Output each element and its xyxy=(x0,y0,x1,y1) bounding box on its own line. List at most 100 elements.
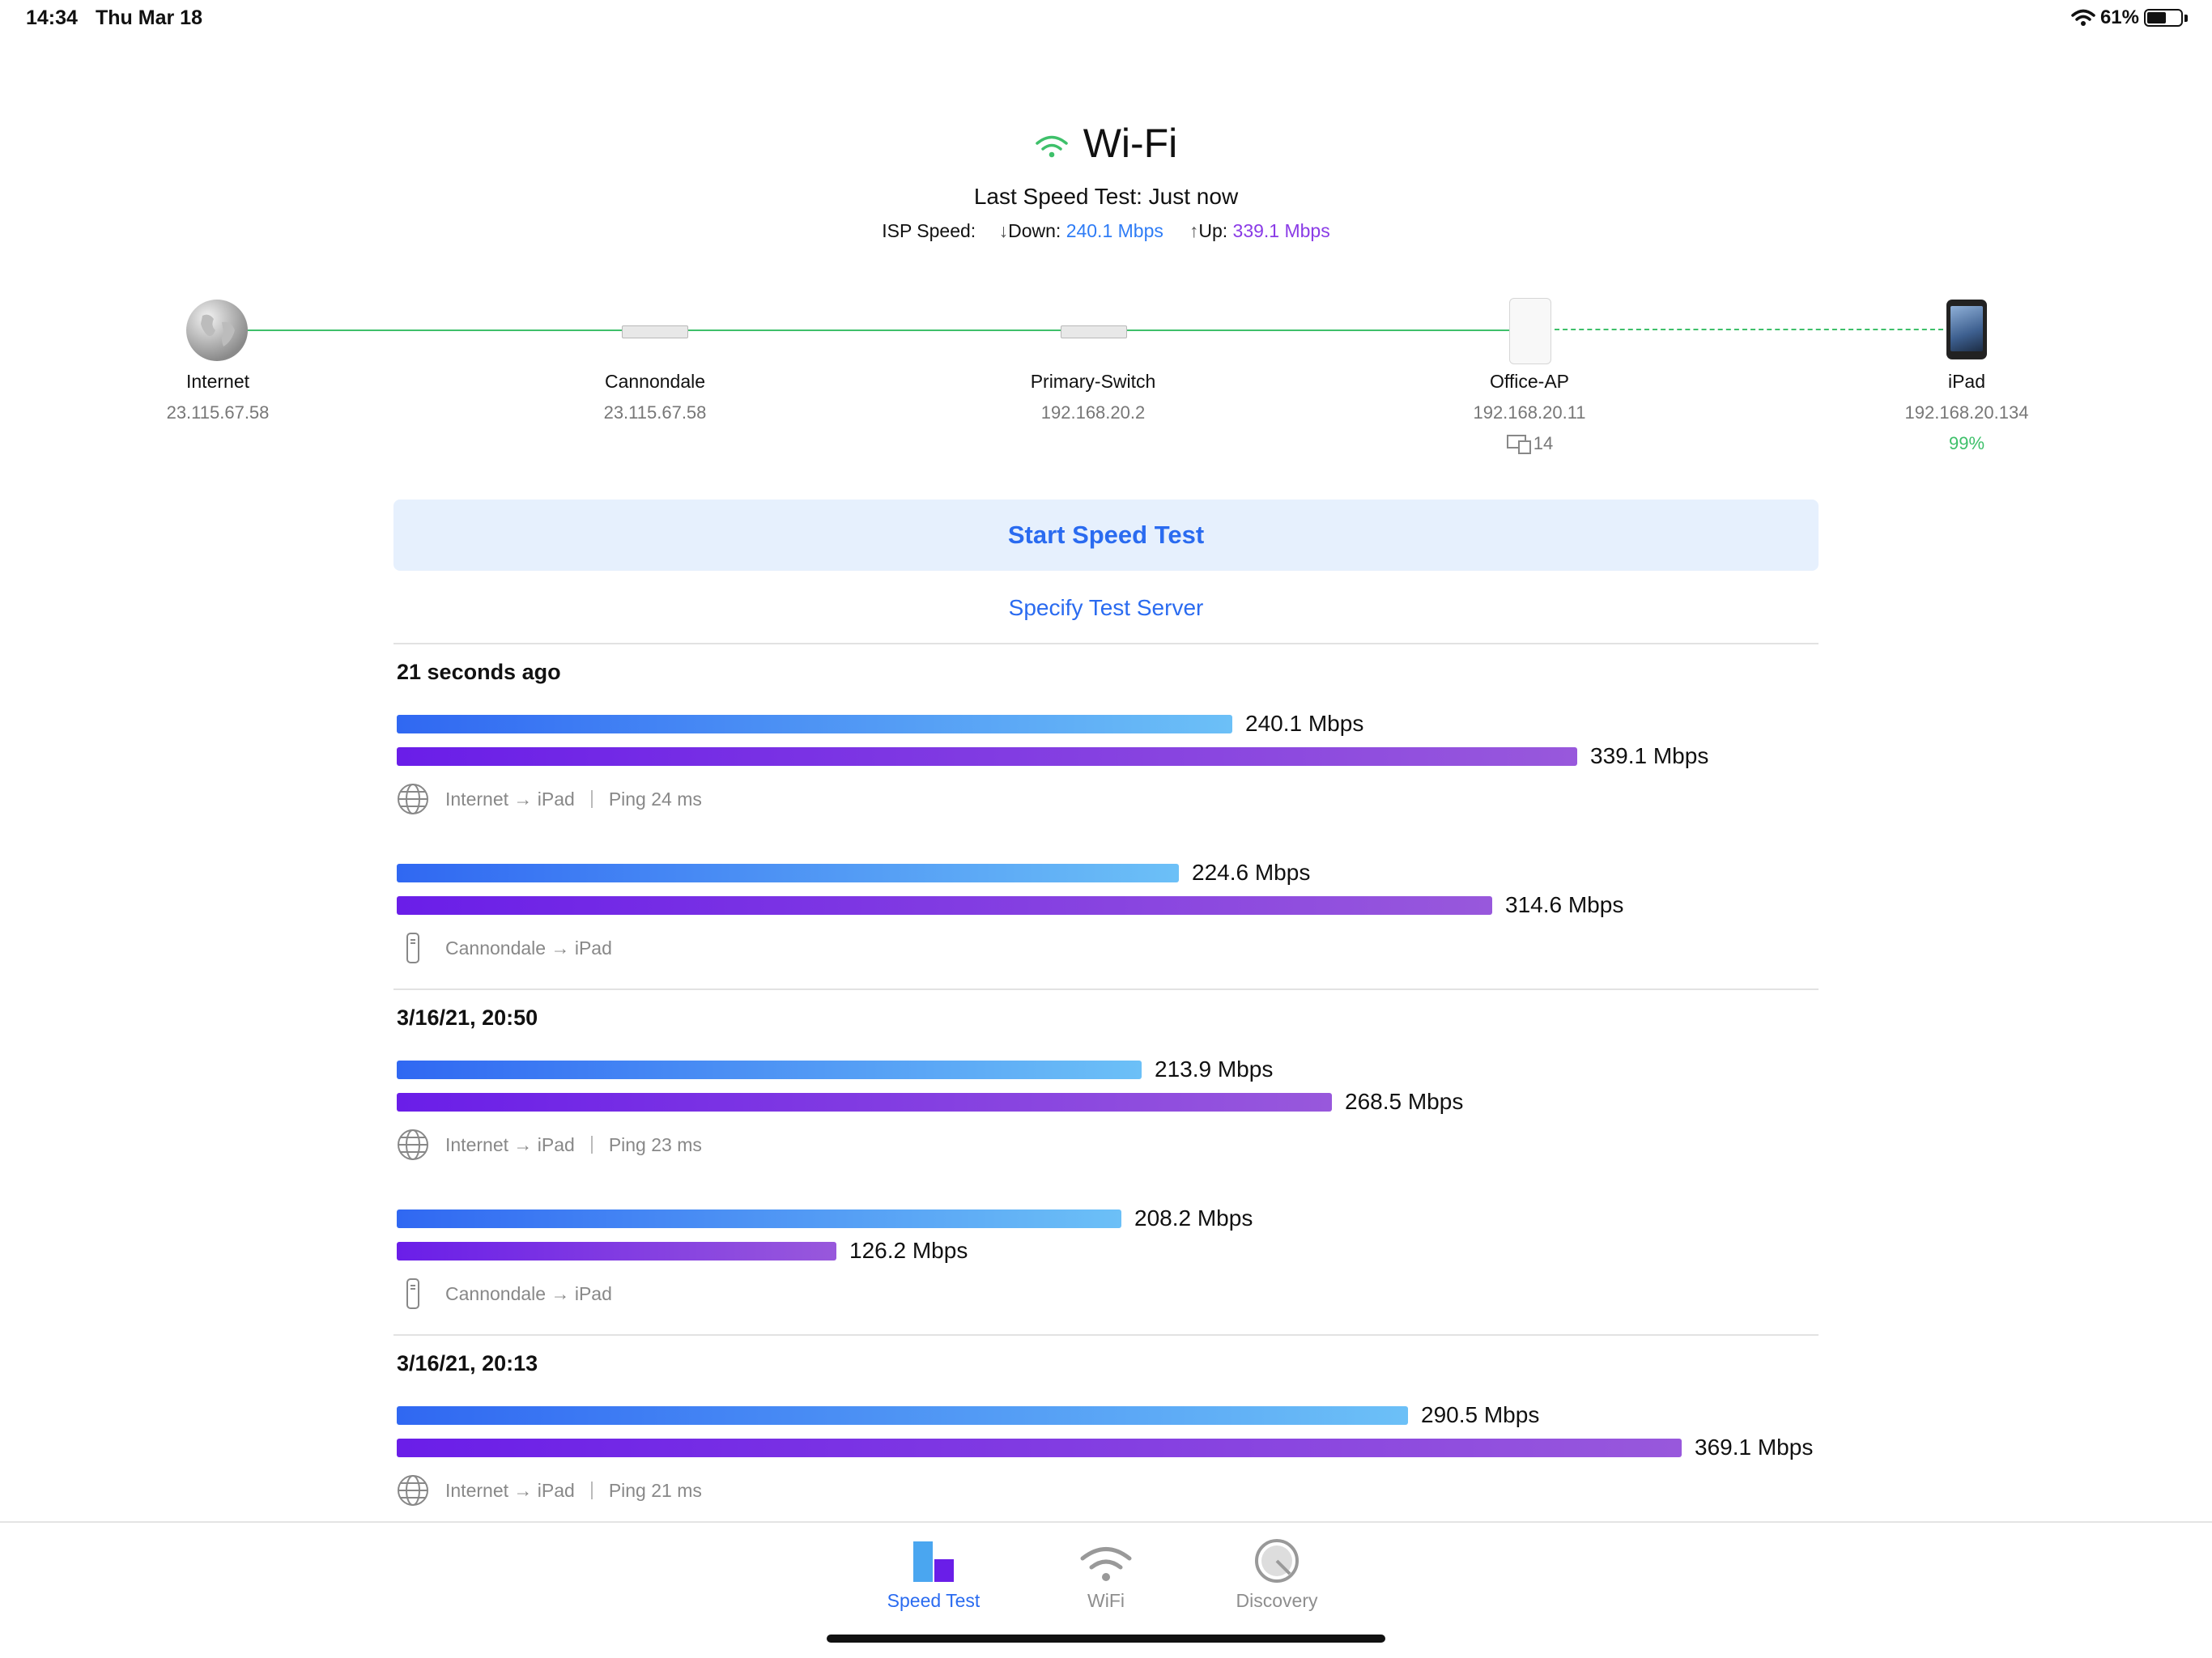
topology-link xyxy=(247,329,1510,331)
topology-node-cannondale[interactable]: Cannondale 23.115.67.58 xyxy=(534,371,776,423)
test-route: Cannondale → iPad xyxy=(445,1282,612,1304)
status-time: 14:34 xyxy=(26,6,78,29)
gateway-icon xyxy=(397,1278,429,1310)
download-bar xyxy=(397,1061,1142,1079)
battery-icon xyxy=(2144,9,2183,27)
tab-wifi[interactable]: WiFi xyxy=(1033,1538,1179,1612)
test-route: Internet → iPad xyxy=(445,788,575,810)
isp-speed: ISP Speed: ↓Down: 240.1 Mbps ↑Up: 339.1 … xyxy=(0,220,2212,242)
access-point-icon[interactable] xyxy=(1509,298,1551,364)
topology-node-primary-switch[interactable]: Primary-Switch 192.168.20.2 xyxy=(972,371,1214,423)
up-label: Up: xyxy=(1198,220,1228,241)
tab-label: Discovery xyxy=(1236,1590,1318,1611)
upload-value: 268.5 Mbps xyxy=(1345,1089,1464,1114)
node-name: Internet xyxy=(186,371,249,392)
node-name: Cannondale xyxy=(604,371,706,392)
node-ip: 23.115.67.58 xyxy=(166,402,270,423)
divider xyxy=(393,988,1819,990)
gateway-icon xyxy=(397,932,429,964)
download-value: 224.6 Mbps xyxy=(1192,860,1311,885)
test-meta: Internet → iPad Ping 23 ms xyxy=(397,1129,702,1161)
battery-cap xyxy=(2184,14,2188,22)
node-name: iPad xyxy=(1947,371,1986,392)
switch-icon[interactable] xyxy=(1061,325,1127,338)
home-indicator xyxy=(827,1635,1385,1643)
speed-test-icon xyxy=(861,1538,1006,1584)
page-title: Wi-Fi xyxy=(0,120,2212,167)
download-value: 208.2 Mbps xyxy=(1134,1205,1253,1231)
download-value: 240.1 Mbps xyxy=(1245,711,1364,736)
download-bar xyxy=(397,864,1179,882)
test-route: Internet → iPad xyxy=(445,1479,575,1501)
test-meta: Cannondale → iPad xyxy=(397,1278,612,1310)
meta-separator xyxy=(590,1482,593,1499)
clients-icon xyxy=(1506,435,1531,455)
tab-discovery[interactable]: Discovery xyxy=(1204,1538,1350,1612)
down-arrow-icon: ↓ xyxy=(998,220,1009,241)
download-bar xyxy=(397,1406,1408,1425)
test-meta: Internet → iPad Ping 21 ms xyxy=(397,1474,702,1507)
test-ping: Ping 21 ms xyxy=(608,1479,702,1501)
up-arrow-icon: ↑ xyxy=(1189,220,1199,241)
wifi-signal-icon xyxy=(2071,9,2095,26)
test-ping: Ping 23 ms xyxy=(608,1133,702,1155)
last-speed-test: Last Speed Test: Just now xyxy=(973,184,1239,209)
signal-strength: 99% xyxy=(1948,433,1985,453)
meta-separator xyxy=(590,790,593,808)
node-ip: 23.115.67.58 xyxy=(603,402,707,423)
test-ping: Ping 24 ms xyxy=(608,788,702,810)
download-value: 290.5 Mbps xyxy=(1421,1402,1540,1427)
result-group-title: 3/16/21, 20:13 xyxy=(397,1351,538,1375)
topology-node-office-ap[interactable]: Office-AP 192.168.20.11 14 xyxy=(1408,371,1651,455)
globe-icon[interactable] xyxy=(185,298,249,363)
ipad-icon[interactable] xyxy=(1946,300,1987,359)
tabbar-divider xyxy=(0,1521,2212,1523)
divider xyxy=(393,1334,1819,1336)
wifi-icon xyxy=(1035,135,1068,158)
isp-label: ISP Speed: xyxy=(882,220,976,241)
upload-bar xyxy=(397,896,1492,915)
tab-label: WiFi xyxy=(1087,1590,1125,1611)
topology-wireless-link xyxy=(1555,329,1943,330)
client-count-value: 14 xyxy=(1533,433,1554,453)
upload-value: 339.1 Mbps xyxy=(1590,743,1709,768)
gateway-icon[interactable] xyxy=(622,325,688,338)
down-label: Down: xyxy=(1008,220,1061,241)
tab-label: Speed Test xyxy=(887,1590,981,1611)
client-count: 14 xyxy=(1408,433,1651,455)
upload-bar xyxy=(397,1242,836,1261)
download-value: 213.9 Mbps xyxy=(1155,1056,1274,1082)
tab-speed-test[interactable]: Speed Test xyxy=(861,1538,1006,1612)
test-route: Cannondale → iPad xyxy=(445,937,612,959)
node-ip: 192.168.20.2 xyxy=(1040,402,1146,423)
upload-bar xyxy=(397,747,1577,766)
globe-icon xyxy=(397,783,429,815)
test-route: Internet → iPad xyxy=(445,1133,575,1155)
node-ip: 192.168.20.134 xyxy=(1904,402,2029,423)
specify-test-server-link[interactable]: Specify Test Server xyxy=(0,595,2212,621)
down-value: 240.1 Mbps xyxy=(1066,220,1163,241)
download-bar xyxy=(397,715,1232,733)
battery-percent: 61% xyxy=(2099,6,2139,28)
upload-bar xyxy=(397,1093,1332,1112)
globe-icon xyxy=(397,1129,429,1161)
meta-separator xyxy=(590,1136,593,1154)
node-ip: 192.168.20.11 xyxy=(1473,402,1586,423)
wifi-icon xyxy=(1033,1538,1179,1584)
topology-node-internet[interactable]: Internet 23.115.67.58 xyxy=(96,371,339,423)
up-value: 339.1 Mbps xyxy=(1232,220,1330,241)
test-meta: Cannondale → iPad xyxy=(397,932,612,964)
node-name: Office-AP xyxy=(1490,371,1569,392)
status-date: Thu Mar 18 xyxy=(96,6,202,29)
result-group-title: 3/16/21, 20:50 xyxy=(397,1005,538,1030)
start-speed-test-button[interactable]: Start Speed Test xyxy=(393,500,1819,571)
result-group-title: 21 seconds ago xyxy=(397,660,561,684)
node-name: Primary-Switch xyxy=(1030,371,1156,392)
upload-value: 314.6 Mbps xyxy=(1505,892,1624,917)
topology-node-ipad[interactable]: iPad 192.168.20.134 99% xyxy=(1845,371,2088,454)
page-title-text: Wi-Fi xyxy=(1083,121,1178,166)
download-bar xyxy=(397,1209,1121,1228)
discovery-icon xyxy=(1204,1538,1350,1584)
status-indicators: 61% xyxy=(2071,6,2188,29)
divider xyxy=(393,643,1819,644)
